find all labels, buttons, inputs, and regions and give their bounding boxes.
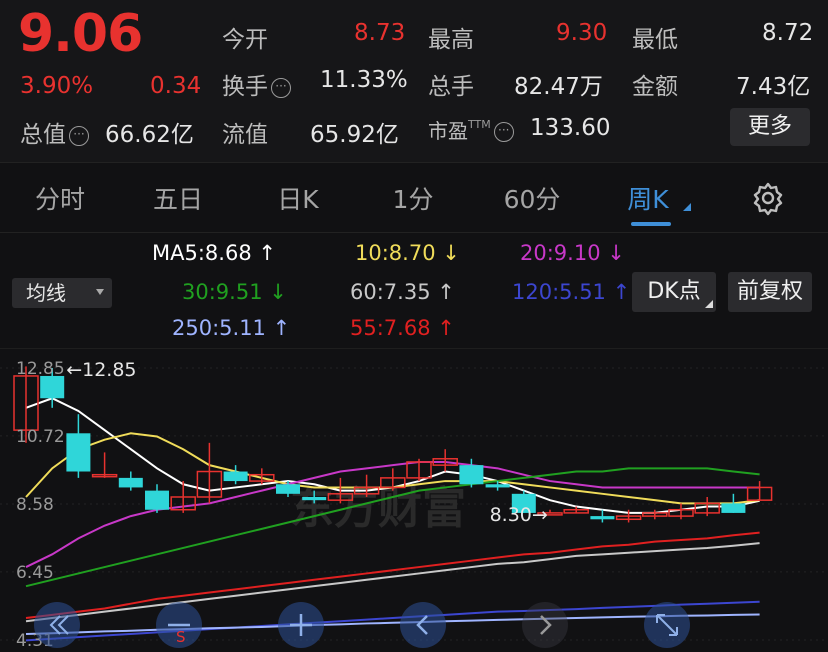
quote-panel: 9.06 3.90% 0.34 今开 8.73 最高 9.30 最低 8.72 … <box>0 0 828 162</box>
ma-select[interactable]: 均线 <box>12 278 112 308</box>
tab-five-day[interactable]: 五日 <box>146 180 210 216</box>
float-label: 流值 <box>222 122 268 148</box>
candle-body <box>721 503 746 513</box>
y-tick-label: 6.45 <box>16 563 54 583</box>
y-tick-label: 12.85 <box>16 359 65 379</box>
pe-label: 市盈TTM ··· <box>428 115 514 144</box>
adjust-button[interactable]: 前复权 <box>728 272 812 312</box>
ma5-label: MA5:8.68 ↑ <box>152 241 276 265</box>
tab-daily-k[interactable]: 日K <box>266 180 330 216</box>
ma120-label: 120:5.51 ↑ <box>512 280 631 304</box>
high-annotation: ←12.85 <box>66 359 136 381</box>
amount-label: 金额 <box>632 74 678 100</box>
tab-60min[interactable]: 60分 <box>494 180 570 216</box>
s-mark: S <box>176 628 186 646</box>
volume-label: 总手 <box>428 74 474 100</box>
candle-body <box>302 496 327 501</box>
tab-1min[interactable]: 1分 <box>384 180 442 216</box>
candle-body <box>590 516 615 520</box>
ma55-label: 55:7.68 ↑ <box>350 316 455 340</box>
info-icon[interactable]: ··· <box>271 78 291 98</box>
more-button[interactable]: 更多 <box>730 108 810 146</box>
low-label: 最低 <box>632 27 678 53</box>
ma20-label: 20:9.10 ↓ <box>520 241 625 265</box>
turnover-value: 11.33% <box>320 67 408 93</box>
gear-icon[interactable] <box>750 180 786 220</box>
mktcap-label: 总值 ··· <box>20 115 89 149</box>
open-value: 8.73 <box>354 20 406 46</box>
candle-body <box>66 433 91 472</box>
candle-body <box>118 477 143 488</box>
low-value: 8.72 <box>762 20 814 46</box>
last-price: 9.06 <box>18 4 143 64</box>
y-tick-label: 8.58 <box>16 495 54 515</box>
dropdown-corner-icon <box>705 300 713 308</box>
chevron-down-icon <box>96 289 104 295</box>
right-icon[interactable] <box>522 602 568 648</box>
candle-body <box>223 471 248 482</box>
divider <box>0 162 828 163</box>
ma60-label: 60:7.35 ↑ <box>350 280 455 304</box>
tab-dropdown-icon[interactable] <box>683 203 691 211</box>
open-label: 今开 <box>222 27 268 53</box>
tab-underline <box>631 222 671 226</box>
ma30-label: 30:9.51 ↓ <box>182 280 287 304</box>
zoom-in-icon[interactable] <box>278 602 324 648</box>
change-pct: 3.90% <box>20 73 94 99</box>
turnover-label: 换手 ··· <box>222 67 291 101</box>
info-icon[interactable]: ··· <box>493 122 514 142</box>
fullscreen-icon[interactable] <box>644 602 690 648</box>
period-tabs: 分时 五日 日K 1分 60分 周K <box>0 170 828 230</box>
candle-body <box>145 490 169 510</box>
tab-weekly-k[interactable]: 周K <box>616 180 680 216</box>
divider <box>0 232 828 233</box>
candle-body <box>40 375 65 399</box>
dk-button[interactable]: DK点 <box>632 272 716 312</box>
volume-value: 82.47万 <box>514 74 603 100</box>
left-icon[interactable] <box>400 602 446 648</box>
tab-intraday[interactable]: 分时 <box>28 180 92 216</box>
y-tick-label: 10.72 <box>16 427 65 447</box>
candle-body <box>485 484 510 488</box>
float-value: 65.92亿 <box>310 122 399 148</box>
ma250-label: 250:5.11 ↑ <box>172 316 291 340</box>
double-left-icon[interactable] <box>34 602 80 648</box>
amount-value: 7.43亿 <box>736 74 811 100</box>
mktcap-value: 66.62亿 <box>105 122 194 148</box>
candle-body <box>459 465 484 485</box>
change-abs: 0.34 <box>150 73 202 99</box>
candle-body <box>276 484 300 494</box>
ma10-label: 10:8.70 ↓ <box>355 241 460 265</box>
info-icon[interactable]: ··· <box>69 126 89 146</box>
high-label: 最高 <box>428 27 474 53</box>
pe-value: 133.60 <box>530 115 611 141</box>
high-value: 9.30 <box>556 20 608 46</box>
low-annotation: 8.30→ <box>490 504 548 526</box>
zoom-out-icon[interactable]: S <box>156 602 202 648</box>
